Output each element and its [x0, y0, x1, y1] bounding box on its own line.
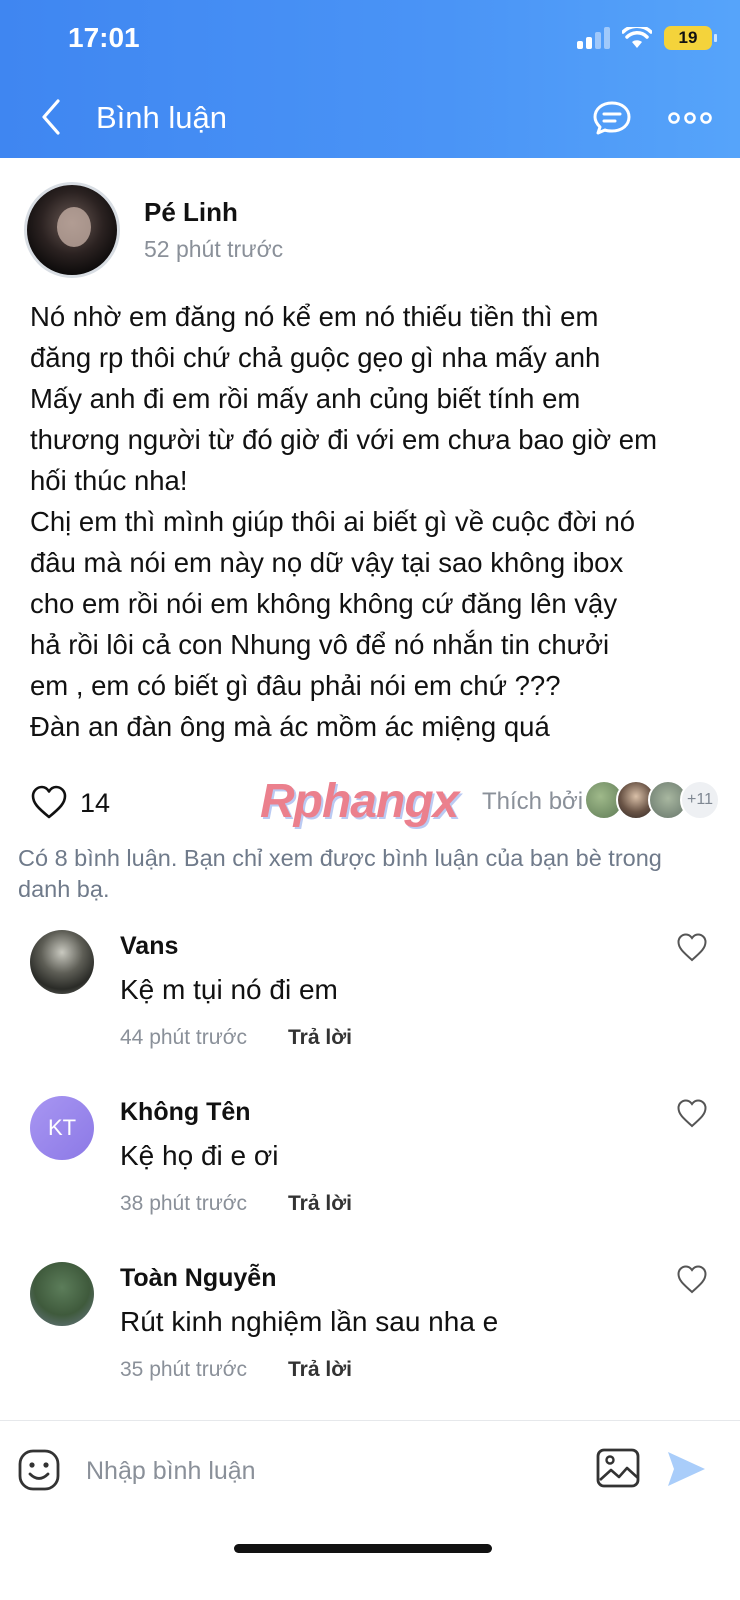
post-body: Nó nhờ em đăng nó kể em nó thiếu tiền th…: [30, 296, 720, 747]
heart-icon[interactable]: [30, 784, 68, 820]
post-author[interactable]: Pé Linh: [144, 197, 283, 228]
watermark: Rphangx: [260, 775, 459, 828]
comment-time: 35 phút trước: [120, 1358, 248, 1381]
image-icon[interactable]: [596, 1447, 640, 1489]
more-likers-badge: +11: [680, 780, 720, 820]
post-line: hả rồi lôi cả con Nhung vô để nó nhắn ti…: [30, 629, 610, 660]
heart-icon[interactable]: [676, 1264, 708, 1294]
more-icon[interactable]: [668, 110, 712, 126]
post-author-block: Pé Linh 52 phút trước: [144, 197, 283, 263]
comment-time: 44 phút trước: [120, 1026, 248, 1049]
post-line: đăng rp thôi chứ chả guộc gẹo gì nha mấy…: [30, 342, 601, 373]
avatar[interactable]: [30, 1262, 94, 1326]
heart-icon[interactable]: [676, 932, 708, 962]
wifi-icon: [622, 27, 652, 48]
post-actions: 14 Rphangx Thích bởi +11: [30, 775, 720, 828]
send-icon[interactable]: [665, 1449, 707, 1489]
reply-button[interactable]: Trả lời: [288, 1358, 352, 1382]
liked-by-label[interactable]: Thích bởi: [482, 788, 583, 816]
post-line: thương người từ đó giờ đi với em chưa ba…: [30, 424, 657, 455]
post-line: em , em có biết gì đâu phải nói em chứ ?…: [30, 670, 561, 701]
comments-note: Có 8 bình luận. Bạn chỉ xem được bình lu…: [18, 845, 662, 902]
post-line: đâu mà nói em này nọ dữ vậy tại sao khôn…: [30, 547, 624, 578]
reply-button[interactable]: Trả lời: [288, 1192, 352, 1216]
home-indicator: [234, 1544, 492, 1553]
post-line: Chị em thì mình giúp thôi ai biết gì về …: [30, 506, 636, 537]
comment-author[interactable]: Toàn Nguyễn: [120, 1264, 276, 1293]
post-line: Đàn an đàn ông mà ác mồm ác miệng quá: [30, 711, 550, 742]
post-line: Mấy anh đi em rồi mấy anh củng biết tính…: [30, 383, 581, 414]
emoji-icon[interactable]: [18, 1449, 60, 1491]
like-count[interactable]: 14: [80, 788, 110, 819]
chat-icon[interactable]: [592, 100, 632, 136]
comment-item: KT Không Tên Kệ họ đi e ơi 38 phút trước…: [0, 1096, 740, 1236]
post-line: cho em rồi nói em không không cứ đăng lê…: [30, 588, 618, 619]
comment-time: 38 phút trước: [120, 1192, 248, 1215]
liker-avatars[interactable]: +11: [584, 780, 720, 820]
post-time: 52 phút trước: [144, 236, 284, 262]
comment-author[interactable]: Vans: [120, 932, 178, 961]
status-time: 17:01: [68, 22, 140, 53]
post-header: Pé Linh 52 phút trước: [24, 182, 283, 278]
avatar[interactable]: [24, 182, 120, 278]
page-title: Bình luận: [96, 100, 227, 135]
post-line: hối thúc nha!: [30, 465, 188, 496]
comment-input[interactable]: [86, 1451, 566, 1491]
signal-icon: [577, 27, 610, 49]
status-icons: 19: [577, 26, 717, 50]
comment-input-bar: [0, 1421, 740, 1521]
avatar[interactable]: [30, 930, 94, 994]
comment-item: Vans Kệ m tụi nó đi em 44 phút trước Trả…: [0, 930, 740, 1070]
reply-button[interactable]: Trả lời: [288, 1026, 352, 1050]
comment-item: Toàn Nguyễn Rút kinh nghiệm lần sau nha …: [0, 1262, 740, 1402]
comment-text: Rút kinh nghiệm lần sau nha e: [120, 1306, 499, 1337]
top-header: 17:01 19 Bình luận: [0, 0, 740, 158]
avatar[interactable]: KT: [30, 1096, 94, 1160]
comment-author[interactable]: Không Tên: [120, 1098, 251, 1127]
post-line: Nó nhờ em đăng nó kể em nó thiếu tiền th…: [30, 301, 599, 332]
battery-icon: 19: [664, 26, 717, 50]
comment-text: Kệ họ đi e ơi: [120, 1140, 279, 1171]
back-icon[interactable]: [38, 97, 66, 137]
comment-text: Kệ m tụi nó đi em: [120, 974, 338, 1005]
heart-icon[interactable]: [676, 1098, 708, 1128]
